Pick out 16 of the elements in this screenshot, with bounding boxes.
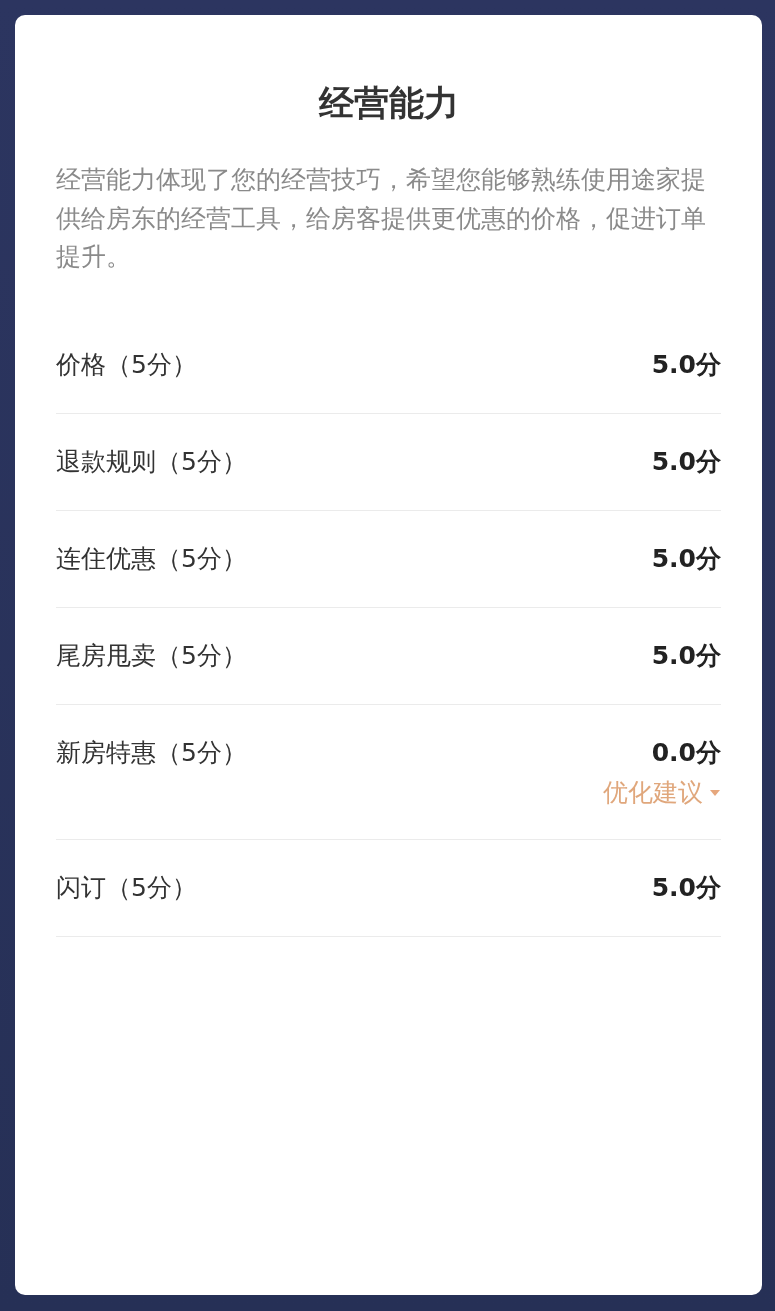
- item-label: 退款规则（5分）: [56, 445, 247, 478]
- item-score: 5.0分: [651, 639, 721, 672]
- item-score: 5.0分: [651, 445, 721, 478]
- description-text: 经营能力体现了您的经营技巧，希望您能够熟练使用途家提供给房东的经营工具，给房客提供更优惠的价格，促进订单提升。: [56, 164, 707, 273]
- item-score: 0.0分: [651, 736, 721, 769]
- card-title: 经营能力: [317, 82, 460, 125]
- item-label: 连住优惠（5分）: [56, 542, 247, 575]
- item-score: 5.0分: [651, 542, 721, 575]
- item-label: 尾房甩卖（5分）: [56, 639, 247, 672]
- suggestion-link[interactable]: 优化建议: [603, 775, 721, 810]
- item-label: 价格（5分）: [56, 348, 197, 381]
- item-score: 5.0分: [651, 348, 721, 381]
- caret-icon: [709, 788, 721, 797]
- item-label: 闪订（5分）: [56, 871, 197, 904]
- item-label: 新房特惠（5分）: [56, 736, 247, 769]
- item-score: 5.0分: [651, 871, 721, 904]
